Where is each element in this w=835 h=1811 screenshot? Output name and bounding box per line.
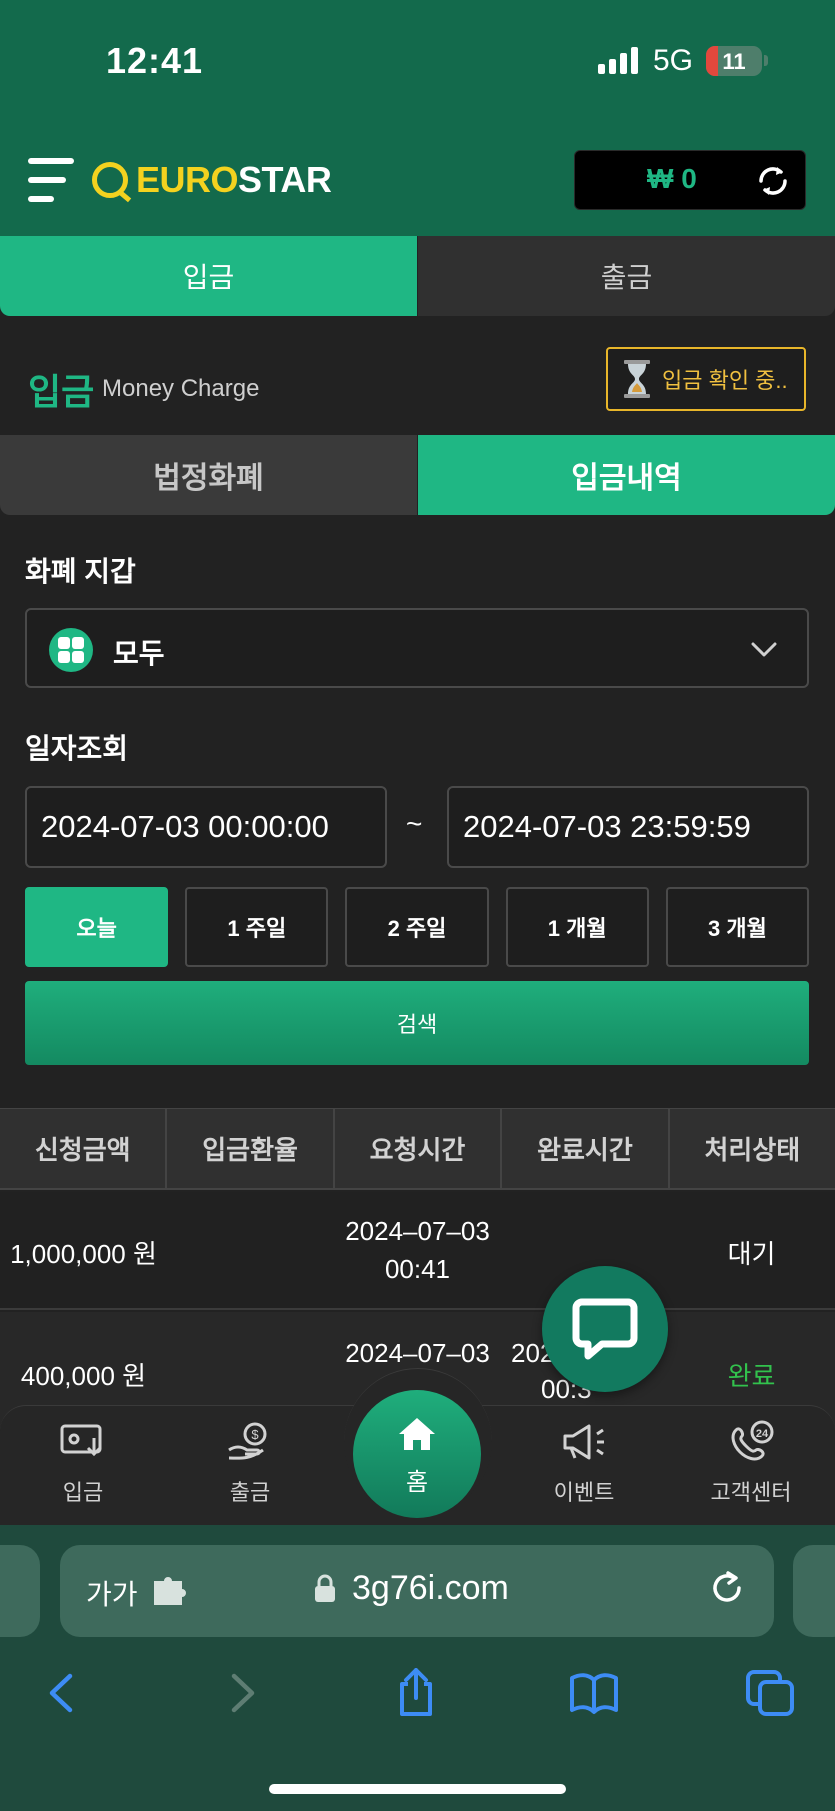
nav-deposit[interactable]: 입금 xyxy=(23,1420,143,1507)
main-tabs: 입금 출금 xyxy=(0,236,835,316)
bookmarks-icon[interactable] xyxy=(568,1668,620,1718)
period-buttons: 오늘 1 주일 2 주일 1 개월 3 개월 xyxy=(25,887,810,967)
nav-event[interactable]: 이벤트 xyxy=(524,1420,644,1507)
sub-tabs: 법정화폐 입금내역 xyxy=(0,435,835,515)
wallet-selected-value: 모두 xyxy=(113,638,165,669)
tab-deposit[interactable]: 입금 xyxy=(0,236,417,316)
live-chat-button[interactable] xyxy=(542,1266,668,1392)
nav-home-label: 홈 xyxy=(405,1469,429,1496)
lock-icon xyxy=(315,1574,335,1602)
svg-text:$: $ xyxy=(251,1427,259,1442)
period-2week-button[interactable]: 2 주일 xyxy=(345,887,489,967)
prev-tab-pill[interactable] xyxy=(0,1545,40,1637)
back-icon[interactable] xyxy=(36,1668,88,1718)
nav-withdraw[interactable]: $ 출금 xyxy=(190,1420,310,1507)
url-text: 3g76i.com xyxy=(352,1569,509,1607)
charge-header: 입금 Money Charge 입금 확인 중.. xyxy=(0,335,835,433)
nav-support-label: 고객센터 xyxy=(710,1480,792,1505)
row-request-date: 2024–07–03 xyxy=(345,1338,490,1368)
address-bar[interactable]: 가가 3g76i.com xyxy=(60,1545,774,1637)
row-status: 대기 xyxy=(727,1239,776,1269)
tab-deposit-history[interactable]: 입금내역 xyxy=(418,435,835,515)
col-request-time: 요청시간 xyxy=(335,1109,503,1188)
megaphone-icon xyxy=(563,1424,604,1460)
menu-icon[interactable] xyxy=(28,158,74,202)
share-icon[interactable] xyxy=(390,1668,442,1718)
date-from-input[interactable]: 2024-07-03 00:00:00 xyxy=(25,786,387,868)
pending-label: 입금 확인 중.. xyxy=(662,368,788,393)
row-amount: 1,000,000 원 xyxy=(10,1239,157,1269)
network-label: 5G xyxy=(653,44,694,77)
col-complete-time: 완료시간 xyxy=(502,1109,670,1188)
table-row: 1,000,000 원 2024–07–03 00:41 대기 xyxy=(0,1192,835,1310)
col-rate: 입금환율 xyxy=(167,1109,335,1188)
nav-support[interactable]: 24 고객센터 xyxy=(691,1420,811,1507)
balance-value: ₩ 0 xyxy=(647,163,697,194)
battery-level: 11 xyxy=(722,49,746,74)
row-request-date: 2024–07–03 xyxy=(345,1216,490,1246)
status-time: 12:41 xyxy=(106,40,204,81)
tab-withdraw[interactable]: 출금 xyxy=(418,236,835,316)
refresh-icon[interactable] xyxy=(755,163,791,199)
logo-icon xyxy=(92,162,128,198)
pending-deposit-button[interactable]: 입금 확인 중.. xyxy=(606,347,806,411)
wallet-select[interactable]: 모두 xyxy=(25,608,809,688)
reload-icon[interactable] xyxy=(708,1569,746,1607)
nav-deposit-label: 입금 xyxy=(62,1480,104,1505)
wallet-label: 화폐 지갑 xyxy=(25,556,136,587)
search-button[interactable]: 검색 xyxy=(25,981,809,1065)
home-icon xyxy=(399,1418,435,1450)
nav-home-button[interactable]: 홈 xyxy=(353,1390,481,1518)
row-status: 완료 xyxy=(727,1361,776,1391)
logo[interactable]: EUROSTAR xyxy=(92,158,332,202)
logo-text-euro: EURO xyxy=(136,159,239,200)
text-size-button[interactable]: 가가 xyxy=(86,1573,138,1613)
col-status: 처리상태 xyxy=(704,1135,801,1165)
battery-tip xyxy=(764,55,768,66)
logo-text-star: STAR xyxy=(238,159,332,200)
charge-subtitle: Money Charge xyxy=(102,375,260,402)
balance-box: ₩ 0 xyxy=(574,150,806,210)
next-tab-pill[interactable] xyxy=(793,1545,835,1637)
date-to-input[interactable]: 2024-07-03 23:59:59 xyxy=(447,786,809,868)
period-today-button[interactable]: 오늘 xyxy=(25,887,169,967)
app-header: 12:41 5G 11 EUROSTAR ₩ 0 xyxy=(0,0,835,236)
forward-icon[interactable] xyxy=(216,1668,268,1718)
row-request-time: 00:41 xyxy=(384,1254,451,1284)
svg-text:24: 24 xyxy=(756,1428,769,1440)
wallet-in-icon xyxy=(60,1424,102,1457)
extension-icon[interactable] xyxy=(152,1573,186,1607)
hourglass-icon xyxy=(624,360,650,398)
row-amount: 400,000 원 xyxy=(20,1361,147,1391)
hand-coin-icon: $ xyxy=(228,1422,267,1460)
tab-fiat[interactable]: 법정화폐 xyxy=(0,435,417,515)
date-separator: ~ xyxy=(406,808,423,839)
nav-withdraw-label: 출금 xyxy=(229,1480,271,1505)
battery-icon: 11 xyxy=(706,46,762,76)
period-1week-button[interactable]: 1 주일 xyxy=(185,887,329,967)
support-phone-icon: 24 xyxy=(731,1420,774,1461)
col-amount: 신청금액 xyxy=(0,1109,168,1188)
period-1month-button[interactable]: 1 개월 xyxy=(505,887,649,967)
signal-icon xyxy=(598,46,638,74)
chevron-down-icon xyxy=(751,642,777,657)
nav-event-label: 이벤트 xyxy=(553,1480,615,1505)
chat-bubble-icon xyxy=(572,1298,638,1360)
charge-title: 입금 xyxy=(28,371,95,412)
period-3month-button[interactable]: 3 개월 xyxy=(665,887,810,967)
all-grid-icon xyxy=(49,628,93,672)
home-indicator xyxy=(269,1784,566,1794)
table-header: 신청금액 입금환율 요청시간 완료시간 처리상태 xyxy=(0,1108,835,1190)
tabs-icon[interactable] xyxy=(744,1668,796,1718)
date-filter-label: 일자조회 xyxy=(25,733,129,764)
